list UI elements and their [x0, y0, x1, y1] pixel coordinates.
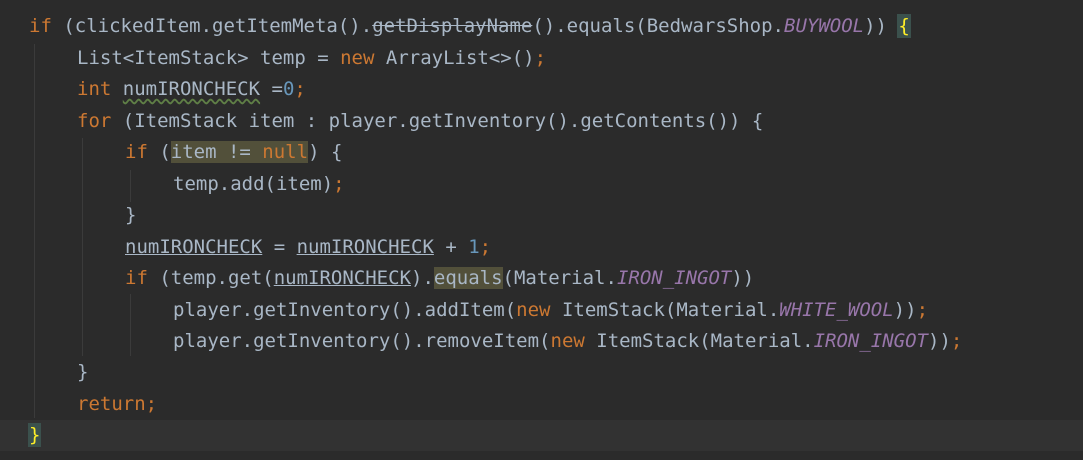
code-text: (clickedItem.getItemMeta().	[51, 15, 373, 37]
keyword-null: null	[262, 141, 309, 163]
code-line-11[interactable]: player.getInventory().removeItem(new Ite…	[0, 326, 1083, 357]
code-text: ))	[928, 330, 951, 352]
highlighted-method: equals	[433, 267, 503, 289]
code-text: temp.add(item)	[173, 173, 334, 195]
code-text: ))	[731, 267, 755, 289]
variable-reference: numIRONCHECK	[122, 78, 261, 100]
code-line-2[interactable]: List<ItemStack> temp = new ArrayList<>()…	[0, 43, 1083, 74]
number-literal: 0	[282, 78, 295, 100]
code-text: ArrayList<>()	[374, 47, 535, 69]
static-field: WHITE_WOOL	[779, 299, 894, 321]
semicolon: ;	[479, 236, 492, 258]
static-field: BUYWOOL	[784, 15, 865, 37]
variable-reference: numIRONCHECK	[296, 236, 434, 258]
code-line-4[interactable]: for (ItemStack item : player.getInventor…	[0, 106, 1083, 137]
semicolon: ;	[916, 299, 929, 321]
code-text: (	[147, 141, 171, 163]
code-line-12[interactable]: }	[0, 357, 1083, 388]
closing-brace: }	[77, 361, 89, 383]
semicolon: ;	[294, 78, 306, 100]
code-line-14[interactable]: }	[0, 420, 1083, 451]
deprecated-method: getDisplayName	[372, 15, 533, 37]
code-text: player.getInventory().addItem(	[173, 299, 517, 321]
code-line-8[interactable]: numIRONCHECK = numIRONCHECK + 1;	[0, 232, 1083, 263]
code-text: +	[433, 236, 469, 258]
variable-reference: numIRONCHECK	[273, 267, 412, 289]
code-editor[interactable]: if (clickedItem.getItemMeta().getDisplay…	[0, 0, 1083, 460]
code-text: ))	[893, 299, 917, 321]
keyword-if: if	[125, 267, 148, 289]
code-text: ().equals(BedwarsShop.	[532, 15, 785, 37]
code-text: (temp.get(	[147, 267, 274, 289]
code-text: player.getInventory().removeItem(	[173, 330, 551, 352]
semicolon: ;	[950, 330, 963, 352]
code-text: ItemStack(Material.	[550, 299, 780, 321]
keyword-int: int	[77, 78, 112, 100]
semicolon: ;	[145, 393, 158, 415]
code-text: =	[260, 78, 283, 100]
keyword-new: new	[516, 299, 551, 321]
keyword-for: for	[77, 110, 112, 132]
highlighted-condition: item != null	[170, 141, 309, 163]
code-text: item !=	[170, 141, 263, 163]
variable-reference: numIRONCHECK	[125, 236, 263, 258]
code-text: =	[262, 236, 297, 258]
code-line-1[interactable]: if (clickedItem.getItemMeta().getDisplay…	[0, 11, 1083, 42]
code-text: ).	[411, 267, 434, 289]
matched-brace-close: }	[27, 423, 42, 447]
keyword-new: new	[550, 330, 585, 352]
code-line-5[interactable]: if (item != null) {	[0, 137, 1083, 168]
code-line-3[interactable]: int numIRONCHECK =0;	[0, 74, 1083, 105]
static-field: IRON_INGOT	[813, 330, 928, 352]
code-text: ))	[864, 15, 899, 37]
code-line-6[interactable]: temp.add(item);	[0, 169, 1083, 200]
semicolon: ;	[333, 173, 345, 195]
code-text: ItemStack(Material.	[584, 330, 814, 352]
code-line-10[interactable]: player.getInventory().addItem(new ItemSt…	[0, 295, 1083, 326]
code-text: List<ItemStack> temp =	[77, 47, 341, 69]
keyword-return: return	[77, 393, 146, 415]
keyword-if: if	[125, 141, 148, 163]
keyword-new: new	[340, 47, 375, 69]
code-line-9[interactable]: if (temp.get(numIRONCHECK).equals(Materi…	[0, 263, 1083, 294]
code-line-7[interactable]: }	[0, 200, 1083, 231]
semicolon: ;	[534, 47, 547, 69]
closing-brace: }	[125, 204, 137, 226]
code-text: (Material.	[502, 267, 617, 289]
static-field: IRON_INGOT	[616, 267, 732, 289]
code-text: (ItemStack item : player.getInventory().…	[111, 110, 764, 132]
keyword-if: if	[29, 15, 52, 37]
matched-brace-open: {	[897, 14, 911, 38]
code-text: ) {	[308, 141, 343, 163]
code-line-13[interactable]: return;	[0, 389, 1083, 420]
number-literal: 1	[468, 236, 480, 258]
